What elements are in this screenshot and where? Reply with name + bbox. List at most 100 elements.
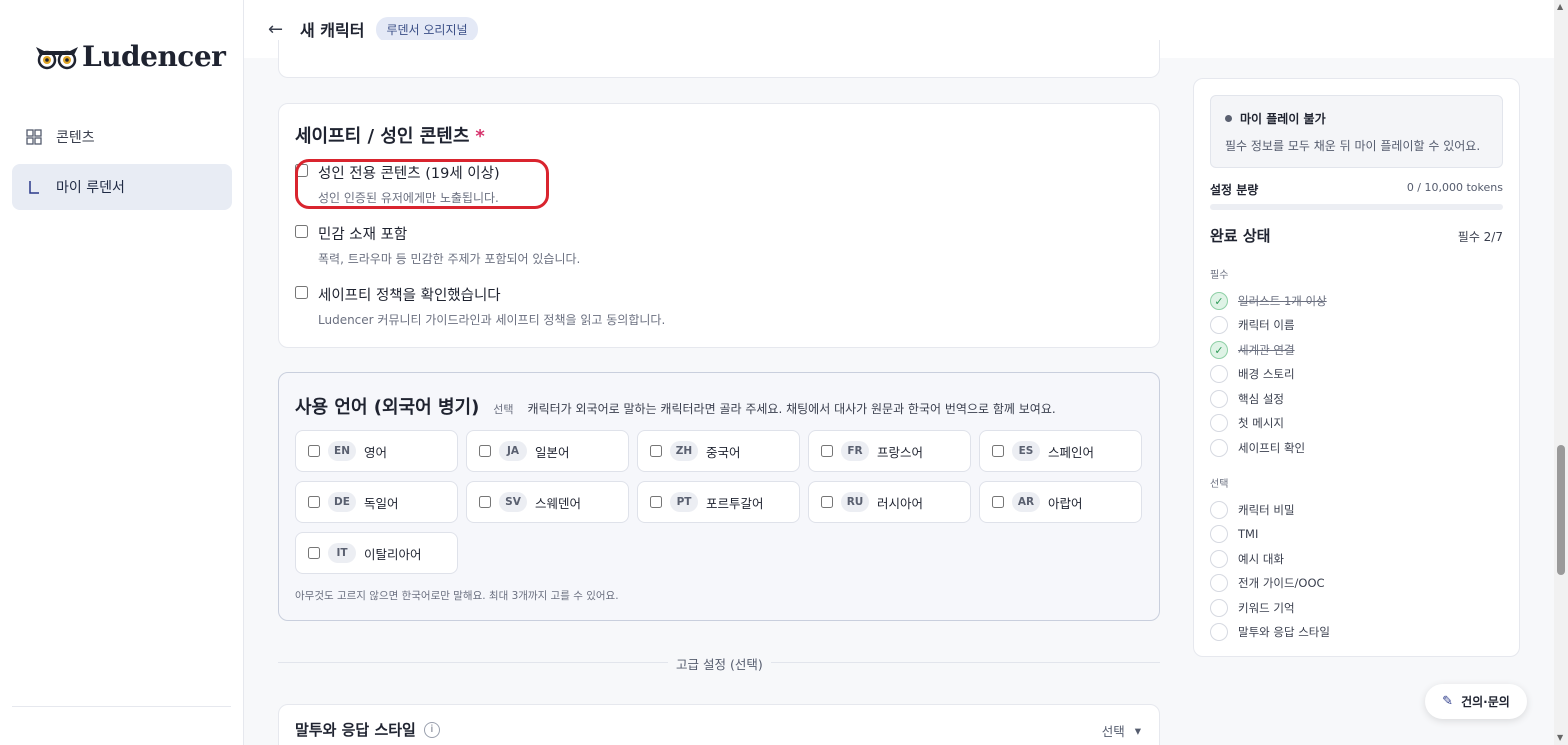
optional-label: 선택 [1101,724,1125,739]
language-checkbox[interactable] [308,496,320,508]
option-title: 민감 소재 포함 [318,227,408,243]
back-arrow-icon[interactable]: ← [268,19,288,40]
empty-circle-icon [1210,414,1228,432]
option-desc: 폭력, 트라우마 등 민감한 주제가 포함되어 있습니다. [318,252,581,266]
tone-style-section[interactable]: 말투와 응답 스타일 i 선택 ▾ [278,704,1160,745]
previous-section-card [278,40,1160,78]
sensitive-content-option[interactable]: 민감 소재 포함 폭력, 트라우마 등 민감한 주제가 포함되어 있습니다. [295,223,580,267]
empty-circle-icon [1210,365,1228,383]
checklist-item[interactable]: TMI [1210,525,1258,543]
brand-wordmark: Ludencer [82,40,226,73]
checklist-item[interactable]: 캐릭터 비밀 [1210,501,1295,519]
language-checkbox[interactable] [308,547,320,559]
language-checkbox[interactable] [308,445,320,457]
language-option-de[interactable]: DE 독일어 [295,481,458,523]
status-heading: 마이 플레이 불가 [1225,110,1326,127]
option-title: 세이프티 정책을 확인했습니다 [318,288,501,304]
empty-circle-icon [1210,501,1228,519]
sidebar-item-my-ludencer[interactable]: 마이 루덴서 [12,164,232,210]
language-hint: 아무것도 고르지 않으면 한국어로만 말해요. 최대 3개까지 고를 수 있어요… [295,590,619,602]
checklist-item[interactable]: 예시 대화 [1210,550,1284,568]
chevron-down-icon: ▾ [1134,723,1141,738]
tone-title: 말투와 응답 스타일 i [295,719,440,740]
sensitive-content-checkbox[interactable] [295,225,308,238]
language-option-ja[interactable]: JA 일본어 [466,430,629,472]
language-desc: 캐릭터가 외국어로 말하는 캐릭터라면 골라 주세요. 채팅에서 대사가 원문과… [527,402,1056,416]
checklist-item[interactable]: ✓ 세계관 연결 [1210,341,1295,359]
check-icon: ✓ [1210,292,1228,310]
empty-circle-icon [1210,316,1228,334]
setting-amount-row: 설정 분량 0 / 10,000 tokens [1210,181,1503,198]
language-name: 일본어 [535,444,570,460]
optional-group-label: 선택 [1210,479,1229,490]
language-checkbox[interactable] [992,445,1004,457]
logo[interactable]: Ludencer [34,40,226,73]
language-option-ru[interactable]: RU 러시아어 [808,481,971,523]
required-count: 필수 2/7 [1457,230,1503,244]
page-scrollbar[interactable]: ▲ ▼ [1554,0,1568,745]
language-code: ES [1012,441,1040,461]
language-name: 중국어 [706,444,741,460]
language-option-pt[interactable]: PT 포르투갈어 [637,481,800,523]
scroll-down-icon[interactable]: ▼ [1557,733,1563,742]
sidebar-item-label: 콘텐츠 [56,130,95,146]
checklist-item[interactable]: 세이프티 확인 [1210,439,1305,457]
language-code: PT [670,492,698,512]
language-name: 이탈리아어 [364,546,422,562]
empty-circle-icon [1210,574,1228,592]
sidebar-item-label: 마이 루덴서 [56,180,125,196]
empty-circle-icon [1210,599,1228,617]
play-status-box: 마이 플레이 불가 필수 정보를 모두 채운 뒤 마이 플레이할 수 있어요. [1210,95,1503,168]
checklist-item[interactable]: 캐릭터 이름 [1210,316,1295,334]
language-title: 사용 언어 (외국어 병기) [295,397,480,418]
language-checkbox[interactable] [479,445,491,457]
info-icon[interactable]: i [423,721,440,738]
language-code: IT [328,543,356,563]
checklist-item[interactable]: ✓ 일러스트 1개 이상 [1210,292,1327,310]
safety-section: 세이프티 / 성인 콘텐츠 * 성인 전용 콘텐츠 (19세 이상) 성인 인증된… [278,103,1160,348]
language-code: SV [499,492,527,512]
language-checkbox[interactable] [821,496,833,508]
page-title: 새 캐릭터 [300,21,365,40]
language-option-es[interactable]: ES 스페인어 [979,430,1142,472]
required-mark: * [475,126,485,147]
scroll-up-icon[interactable]: ▲ [1557,2,1563,11]
language-code: AR [1012,492,1040,512]
safety-policy-option[interactable]: 세이프티 정책을 확인했습니다 Ludencer 커뮤니티 가이드라인과 세이프… [295,284,665,328]
language-option-it[interactable]: IT 이탈리아어 [295,532,458,574]
checklist-item[interactable]: 전개 가이드/OOC [1210,574,1325,592]
language-checkbox[interactable] [821,445,833,457]
checklist-item[interactable]: 말투와 응답 스타일 [1210,623,1330,641]
checklist-item[interactable]: 키워드 기억 [1210,599,1295,617]
sidebar-item-contents[interactable]: 콘텐츠 [12,114,232,160]
scroll-thumb[interactable] [1557,445,1565,575]
language-checkbox[interactable] [992,496,1004,508]
empty-circle-icon [1210,525,1228,543]
language-option-en[interactable]: EN 영어 [295,430,458,472]
language-option-zh[interactable]: ZH 중국어 [637,430,800,472]
feedback-button[interactable]: ✎ 건의·문의 [1425,684,1527,719]
tone-optional-toggle[interactable]: 선택 ▾ [1102,721,1141,740]
language-name: 프랑스어 [877,444,924,460]
empty-circle-icon [1210,550,1228,568]
language-option-sv[interactable]: SV 스웨덴어 [466,481,629,523]
language-code: DE [328,492,356,512]
language-checkbox[interactable] [479,496,491,508]
language-name: 영어 [364,444,388,460]
checklist-item[interactable]: 핵심 설정 [1210,390,1284,408]
language-option-fr[interactable]: FR 프랑스어 [808,430,971,472]
empty-circle-icon [1210,623,1228,641]
language-name: 아랍어 [1048,495,1083,511]
status-dot-icon [1225,115,1232,122]
completion-header: 완료 상태 필수 2/7 [1210,225,1503,246]
language-option-ar[interactable]: AR 아랍어 [979,481,1142,523]
completion-panel: 마이 플레이 불가 필수 정보를 모두 채운 뒤 마이 플레이할 수 있어요. … [1193,78,1520,657]
checklist-item[interactable]: 배경 스토리 [1210,365,1295,383]
language-name: 포르투갈어 [706,495,764,511]
safety-policy-checkbox[interactable] [295,286,308,299]
grid-icon [26,129,42,145]
language-checkbox[interactable] [650,496,662,508]
language-checkbox[interactable] [650,445,662,457]
language-header: 사용 언어 (외국어 병기) 선택 캐릭터가 외국어로 말하는 캐릭터라면 골라… [295,393,1056,419]
checklist-item[interactable]: 첫 메시지 [1210,414,1284,432]
